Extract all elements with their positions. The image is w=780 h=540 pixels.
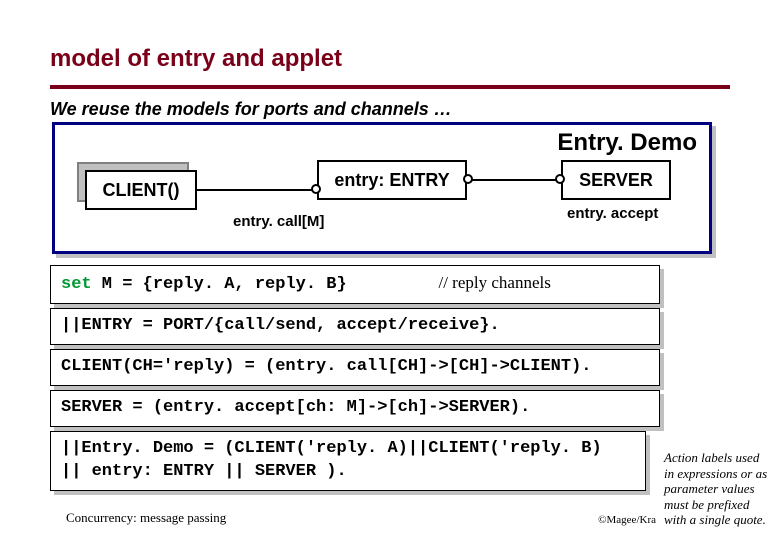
keyword-set: set <box>61 275 92 294</box>
code-line-5: ||Entry. Demo = (CLIENT('reply. A)||CLIE… <box>50 431 646 491</box>
page-title: model of entry and applet <box>50 45 730 73</box>
code-comment: // reply channels <box>438 273 550 292</box>
port-server-left <box>555 174 565 184</box>
entry-node: entry: ENTRY <box>317 160 467 200</box>
client-node: CLIENT() <box>85 170 197 210</box>
line-entry-server <box>467 179 561 181</box>
code-text: ||Entry. Demo = (CLIENT('reply. A)||CLIE… <box>61 439 602 458</box>
copyright: ©Magee/Kra <box>598 514 656 526</box>
server-node: SERVER <box>561 160 671 200</box>
code-block-3: CLIENT(CH='reply) = (entry. call[CH]->[C… <box>50 349 660 386</box>
title-rule <box>50 85 730 89</box>
accept-label: entry. accept <box>567 205 658 222</box>
code-line-4: SERVER = (entry. accept[ch: M]->[ch]->SE… <box>50 390 660 427</box>
code-line-3: CLIENT(CH='reply) = (entry. call[CH]->[C… <box>50 349 660 386</box>
port-entry-right <box>463 174 473 184</box>
code-line-1: set M = {reply. A, reply. B} // reply ch… <box>50 265 660 304</box>
diagram: Entry. Demo CLIENT() entry: ENTRY SERVER… <box>52 122 712 254</box>
code-block-1: set M = {reply. A, reply. B} // reply ch… <box>50 265 660 304</box>
port-entry-left <box>311 184 321 194</box>
diagram-title: Entry. Demo <box>557 129 697 157</box>
diagram-container: Entry. Demo CLIENT() entry: ENTRY SERVER… <box>52 122 712 257</box>
code-block-2: ||ENTRY = PORT/{call/send, accept/receiv… <box>50 308 660 345</box>
line-client-entry <box>197 189 317 191</box>
side-note: Action labels used in expressions or as … <box>664 450 772 528</box>
code-text: || entry: ENTRY || SERVER ). <box>61 462 347 481</box>
call-label: entry. call[M] <box>233 213 324 230</box>
code-text: M = {reply. A, reply. B} <box>92 275 347 294</box>
footer-text: Concurrency: message passing <box>66 510 226 526</box>
code-block-5: ||Entry. Demo = (CLIENT('reply. A)||CLIE… <box>50 431 646 491</box>
code-block-4: SERVER = (entry. accept[ch: M]->[ch]->SE… <box>50 390 660 427</box>
code-line-2: ||ENTRY = PORT/{call/send, accept/receiv… <box>50 308 660 345</box>
subtitle: We reuse the models for ports and channe… <box>50 99 730 120</box>
